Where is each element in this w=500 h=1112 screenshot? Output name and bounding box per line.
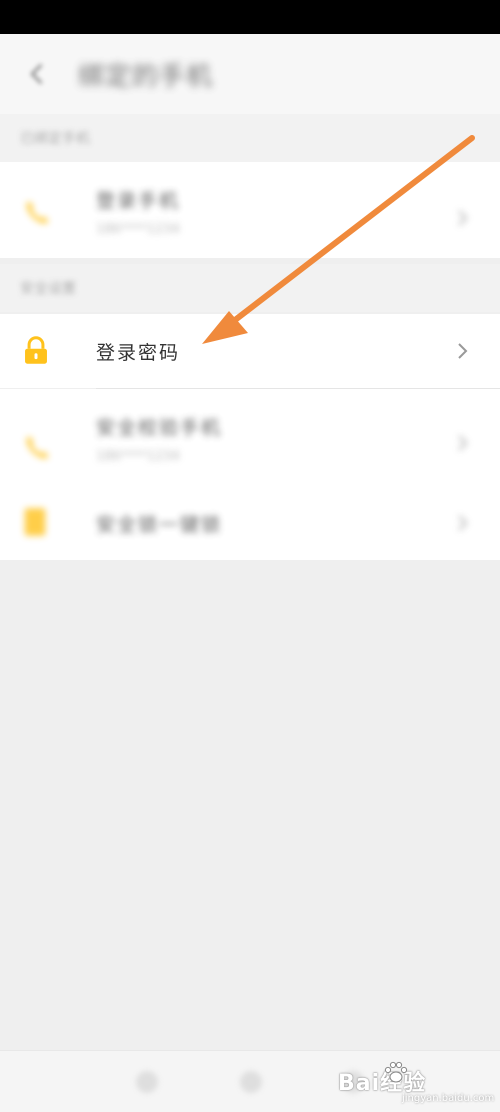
list-item-security-lock[interactable]: 安全锁一键锁 — [0, 486, 500, 560]
list-item-login-password[interactable]: 登录密码 — [0, 314, 500, 388]
chevron-right-icon — [458, 515, 468, 531]
list-item-security-phone[interactable]: 安全校验手机 186****1234 — [0, 389, 500, 486]
tab-icon[interactable] — [240, 1071, 262, 1093]
paw-icon — [384, 1061, 408, 1083]
phone-icon — [26, 436, 49, 459]
chevron-right-icon — [458, 343, 468, 359]
row-title: 登录密码 — [96, 342, 181, 364]
nav-bar: 绑定的手机 — [0, 34, 500, 114]
row-title: 登录手机 — [96, 190, 181, 212]
phone-icon — [26, 201, 49, 224]
row-subtitle: 186****1234 — [96, 222, 180, 237]
tab-icon[interactable] — [136, 1071, 158, 1093]
back-arrow-icon[interactable] — [24, 60, 52, 88]
row-title: 安全锁一键锁 — [96, 514, 223, 536]
chevron-right-icon — [458, 435, 468, 451]
section-header-bound-phone: 已绑定手机 — [0, 114, 500, 162]
page-title: 绑定的手机 — [78, 62, 214, 92]
watermark-url: jingyan.baidu.com — [402, 1093, 495, 1104]
list-item-login-phone[interactable]: 登录手机 186****1234 — [0, 162, 500, 258]
baidu-jingyan-watermark: Bai经验 jingyan.baidu.com — [338, 1057, 500, 1104]
section-header-security: 安全设置 — [0, 264, 500, 312]
row-subtitle: 186****1234 — [96, 449, 180, 464]
document-icon — [24, 508, 46, 536]
chevron-right-icon — [458, 210, 468, 226]
status-bar — [0, 0, 500, 34]
row-title: 安全校验手机 — [96, 417, 223, 439]
lock-icon — [25, 336, 47, 364]
